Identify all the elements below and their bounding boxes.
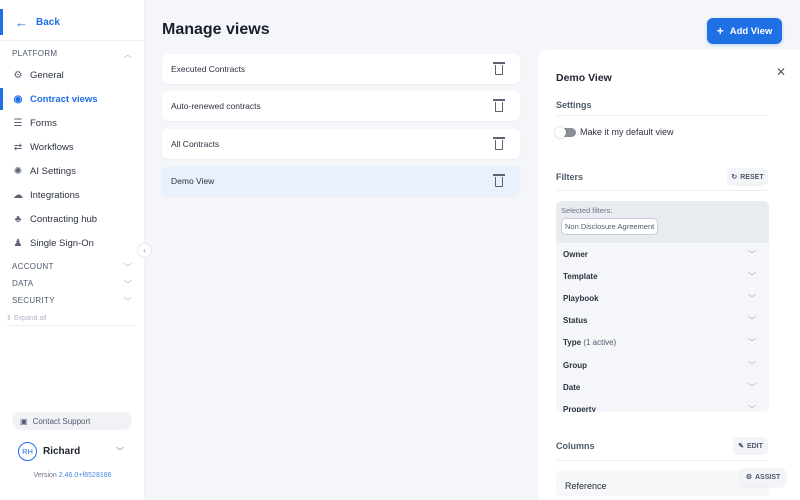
sidebar-item-integrations[interactable]: ☁ Integrations bbox=[0, 184, 145, 206]
divider bbox=[6, 325, 136, 326]
arrow-left-icon: ← bbox=[15, 14, 28, 30]
reset-button[interactable]: ↻ RESET bbox=[727, 168, 768, 186]
selected-filters: Selected filters: Non Disclosure Agreeme… bbox=[556, 201, 769, 243]
page-title: Manage views bbox=[162, 21, 270, 38]
filter-item[interactable]: Date ﹀ bbox=[556, 376, 769, 398]
edit-columns-button[interactable]: ✎ EDIT bbox=[733, 437, 768, 455]
divider bbox=[556, 190, 768, 191]
chevron-down-icon: ﹀ bbox=[123, 263, 132, 272]
assist-icon: ⚙ bbox=[745, 474, 752, 481]
expand-all-button[interactable]: ⇕ Expand all bbox=[6, 314, 47, 322]
chevron-down-icon: ﹀ bbox=[123, 280, 132, 289]
puzzle-icon: ☁ bbox=[13, 189, 23, 201]
section-platform[interactable]: PLATFORM ︿ bbox=[12, 49, 132, 60]
chevron-down-icon: ﹀ bbox=[748, 316, 756, 326]
chevron-down-icon: ﹀ bbox=[748, 404, 756, 412]
sidebar-item-contract-views[interactable]: ◉ Contract views bbox=[0, 88, 145, 110]
trash-icon[interactable] bbox=[493, 99, 505, 112]
default-view-label: Make it my default view bbox=[580, 127, 674, 137]
section-account[interactable]: ACCOUNT ﹀ bbox=[12, 262, 132, 273]
add-view-button[interactable]: + Add View bbox=[707, 18, 782, 44]
version-link[interactable]: 2.46.0+f8528186 bbox=[59, 472, 112, 479]
filter-item[interactable]: Template ﹀ bbox=[556, 265, 769, 287]
chevron-down-icon: ﹀ bbox=[748, 249, 756, 259]
chevron-down-icon: ﹀ bbox=[748, 293, 756, 303]
plus-icon: + bbox=[716, 24, 724, 38]
chevron-down-icon: ﹀ bbox=[748, 338, 756, 348]
filter-item[interactable]: Type (1 active) ﹀ bbox=[556, 332, 769, 354]
close-icon[interactable]: ✕ bbox=[776, 65, 786, 79]
trash-icon[interactable] bbox=[493, 62, 505, 75]
view-row[interactable]: Auto-renewed contracts bbox=[162, 91, 520, 121]
sidebar-item-workflows[interactable]: ⇄ Workflows bbox=[0, 136, 145, 158]
filters-heading: Filters bbox=[556, 172, 584, 182]
chevron-down-icon: ﹀ bbox=[748, 382, 756, 392]
trash-icon[interactable] bbox=[493, 137, 505, 150]
avatar: RH bbox=[18, 441, 37, 461]
chevron-down-icon: ﹀ bbox=[748, 360, 756, 370]
sidebar-item-contracting-hub[interactable]: ♣ Contracting hub bbox=[0, 208, 145, 230]
version-text: Version 2.46.0+f8528186 bbox=[33, 472, 112, 479]
divider bbox=[556, 115, 768, 116]
sidebar-item-general[interactable]: ⚙ General bbox=[0, 64, 145, 86]
hub-icon: ♣ bbox=[14, 213, 22, 225]
chevron-down-icon: ﹀ bbox=[116, 446, 124, 456]
columns-heading: Columns bbox=[556, 441, 595, 451]
expand-icon: ⇕ bbox=[6, 315, 14, 322]
support-icon: ▣ bbox=[20, 416, 28, 426]
panel-title: Demo View bbox=[556, 72, 612, 84]
view-row[interactable]: All Contracts bbox=[162, 129, 520, 159]
settings-heading: Settings bbox=[556, 100, 592, 110]
divider bbox=[556, 460, 768, 461]
sidebar: ← Back PLATFORM ︿ ⚙ General ◉ Contract views ☰… bbox=[0, 0, 145, 500]
workflow-icon: ⇄ bbox=[13, 141, 23, 153]
default-view-toggle[interactable] bbox=[555, 127, 576, 138]
view-detail-panel: Demo View ✕ Settings Make it my default … bbox=[538, 50, 800, 500]
filter-item[interactable]: Property ﹀ bbox=[556, 398, 769, 412]
trash-icon[interactable] bbox=[493, 174, 505, 187]
sidebar-item-ai-settings[interactable]: ✺ AI Settings bbox=[0, 160, 145, 182]
gear-icon: ⚙ bbox=[13, 69, 23, 81]
user-menu[interactable]: RH Richard ﹀ bbox=[12, 439, 132, 463]
column-row[interactable]: Reference bbox=[556, 470, 770, 496]
chevron-left-icon: ‹ bbox=[143, 246, 146, 255]
eye-icon: ◉ bbox=[13, 93, 23, 105]
filters-box: Selected filters: Non Disclosure Agreeme… bbox=[556, 201, 769, 412]
section-data[interactable]: DATA ﹀ bbox=[12, 279, 132, 290]
reset-icon: ↻ bbox=[731, 174, 738, 181]
pencil-icon: ✎ bbox=[738, 443, 744, 450]
filter-item[interactable]: Status ﹀ bbox=[556, 310, 769, 332]
section-security[interactable]: SECURITY ﹀ bbox=[12, 296, 132, 307]
view-row[interactable]: Executed Contracts bbox=[162, 54, 520, 84]
sidebar-item-forms[interactable]: ☰ Forms bbox=[0, 112, 145, 134]
chevron-down-icon: ﹀ bbox=[123, 297, 132, 306]
filter-item[interactable]: Playbook ﹀ bbox=[556, 287, 769, 309]
divider bbox=[0, 40, 145, 41]
users-icon: ♟ bbox=[13, 237, 23, 249]
filter-item[interactable]: Group ﹀ bbox=[556, 354, 769, 376]
filter-item[interactable]: Owner ﹀ bbox=[556, 243, 769, 265]
collapse-sidebar-button[interactable]: ‹ bbox=[137, 243, 152, 258]
sidebar-item-single-sign-on[interactable]: ♟ Single Sign-On bbox=[0, 232, 145, 254]
filter-chip[interactable]: Non Disclosure Agreement bbox=[561, 218, 659, 235]
chevron-down-icon: ﹀ bbox=[748, 271, 756, 281]
assist-button[interactable]: ⚙ ASSIST bbox=[740, 468, 786, 486]
list-icon: ☰ bbox=[13, 117, 23, 129]
contact-support-button[interactable]: ▣ Contact Support bbox=[12, 412, 132, 430]
chip-icon: ✺ bbox=[13, 165, 23, 177]
back-button[interactable]: ← Back bbox=[0, 9, 145, 35]
chevron-up-icon: ︿ bbox=[123, 50, 132, 59]
view-row[interactable]: Demo View bbox=[162, 166, 520, 196]
